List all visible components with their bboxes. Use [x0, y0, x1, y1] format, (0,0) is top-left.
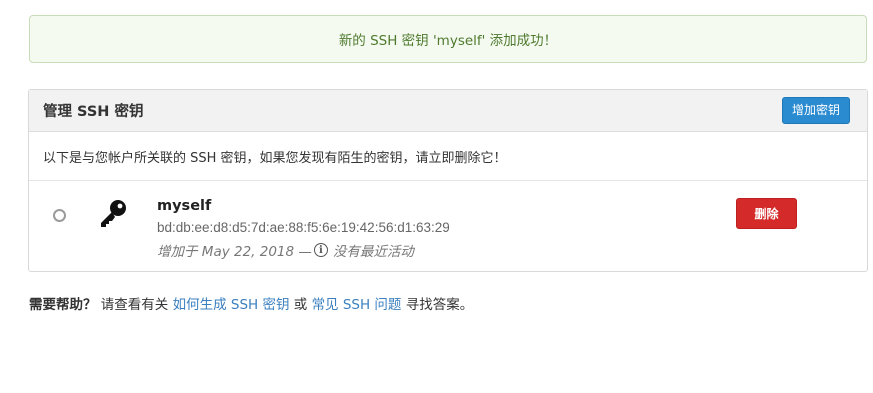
- ssh-key-item: myself bd:db:ee:d8:d5:7d:ae:88:f5:6e:19:…: [29, 181, 867, 271]
- ssh-faq-link[interactable]: 常见 SSH 问题: [312, 297, 402, 313]
- add-key-button[interactable]: 增加密钥: [781, 97, 850, 124]
- ssh-keys-panel: 管理 SSH 密钥 增加密钥 以下是与您帐户所关联的 SSH 密钥，如果您发现有…: [28, 89, 868, 272]
- panel-header: 管理 SSH 密钥 增加密钥: [29, 90, 867, 132]
- info-icon: i: [313, 243, 328, 257]
- key-name: myself: [157, 198, 212, 214]
- key-added-date: 增加于 May 22, 2018 —: [157, 244, 312, 260]
- delete-key-button[interactable]: 删除: [736, 198, 797, 229]
- help-text-1: 请查看有关: [100, 297, 169, 313]
- key-meta: 增加于 May 22, 2018 — i 没有最近活动: [157, 240, 414, 260]
- ssh-keys-notice: 以下是与您帐户所关联的 SSH 密钥，如果您发现有陌生的密钥，请立即删除它！: [29, 132, 867, 181]
- help-text: 需要帮助？ 请查看有关 如何生成 SSH 密钥 或 常见 SSH 问题 寻找答案…: [29, 293, 473, 313]
- help-text-3: 寻找答案。: [405, 297, 474, 313]
- key-select-radio[interactable]: [53, 209, 66, 222]
- notice-text: 以下是与您帐户所关联的 SSH 密钥，如果您发现有陌生的密钥，请立即删除它！: [43, 150, 507, 166]
- key-icon: [97, 198, 129, 228]
- help-text-2: 或: [293, 297, 308, 313]
- key-fingerprint: bd:db:ee:d8:d5:7d:ae:88:f5:6e:19:42:56:d…: [157, 220, 450, 235]
- key-activity: 没有最近活动: [332, 244, 414, 260]
- help-lead: 需要帮助？: [29, 297, 97, 313]
- flash-text: 新的 SSH 密钥 'myself' 添加成功！: [338, 33, 558, 49]
- generate-ssh-key-link[interactable]: 如何生成 SSH 密钥: [173, 297, 290, 313]
- panel-title: 管理 SSH 密钥: [43, 104, 144, 120]
- success-flash-message: 新的 SSH 密钥 'myself' 添加成功！: [29, 15, 867, 63]
